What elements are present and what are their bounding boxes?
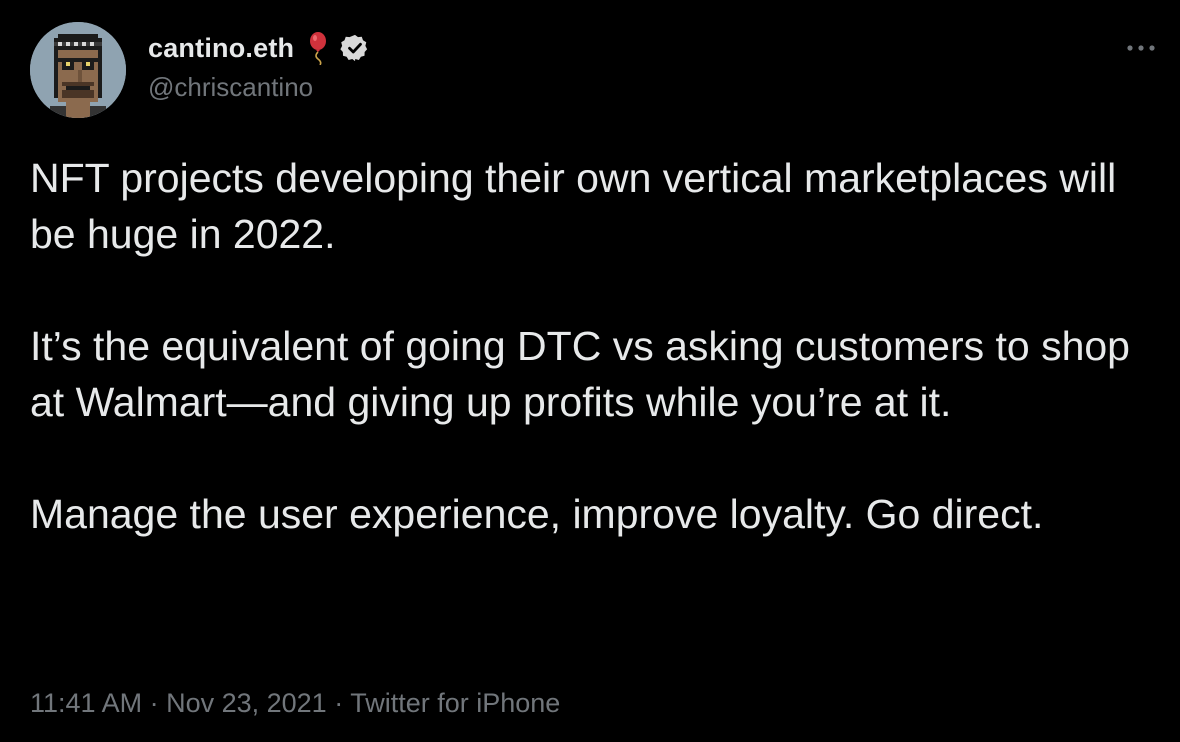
tweet-card: cantino.eth @chriscantino NFT projects d… (0, 0, 1180, 742)
tweet-source[interactable]: Twitter for iPhone (350, 688, 560, 718)
tweet-text: NFT projects developing their own vertic… (30, 150, 1160, 542)
name-row: cantino.eth (148, 30, 370, 66)
meta-separator: · (326, 688, 351, 718)
verified-icon (340, 33, 370, 63)
tweet-paragraph: NFT projects developing their own vertic… (30, 155, 1117, 257)
balloon-icon (306, 31, 332, 66)
tweet-meta: 11:41 AM · Nov 23, 2021 · Twitter for iP… (30, 688, 560, 719)
tweet-paragraph: Manage the user experience, improve loya… (30, 491, 1044, 537)
avatar[interactable] (30, 22, 126, 118)
more-options-icon[interactable] (1124, 38, 1158, 58)
meta-separator: · (142, 688, 167, 718)
tweet-date[interactable]: Nov 23, 2021 (166, 688, 327, 718)
author-info: cantino.eth @chriscantino (148, 30, 370, 103)
punk-avatar-icon (30, 22, 126, 118)
tweet-time[interactable]: 11:41 AM (30, 688, 142, 718)
display-name[interactable]: cantino.eth (148, 33, 294, 64)
tweet-paragraph: It’s the equivalent of going DTC vs aski… (30, 323, 1130, 425)
handle[interactable]: @chriscantino (148, 72, 370, 103)
